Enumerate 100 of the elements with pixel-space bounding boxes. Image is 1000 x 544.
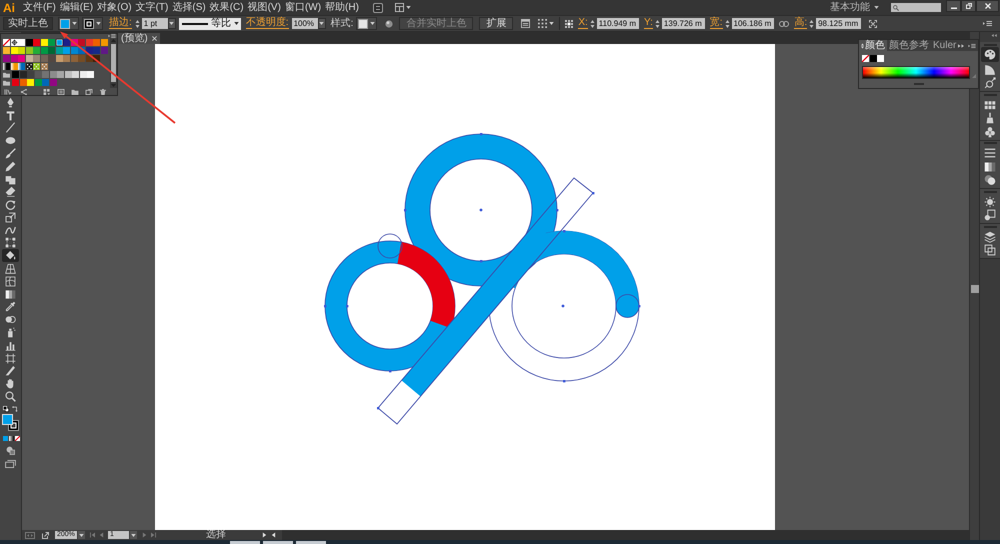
style-dropdown[interactable] (356, 17, 378, 30)
gradient-swatch-icon[interactable] (3, 63, 10, 70)
swatch-icon[interactable] (56, 55, 62, 62)
fill-swatch-icon[interactable] (2, 414, 13, 425)
swatch-icon[interactable] (56, 47, 62, 54)
swatch-icon[interactable] (18, 55, 25, 62)
stacked-squares-icon[interactable] (984, 244, 996, 256)
swatch-icon[interactable] (26, 55, 32, 62)
overlap-circles-icon[interactable] (984, 174, 996, 186)
restore-button[interactable] (961, 0, 976, 12)
swatch-icon[interactable] (26, 47, 32, 54)
swatch-icon[interactable] (63, 55, 70, 62)
swatch-icon[interactable] (87, 71, 94, 78)
panel-tab[interactable]: Kuler (931, 40, 958, 51)
swatch-icon[interactable] (33, 47, 40, 54)
height-field[interactable]: 98.125 mm (816, 18, 862, 29)
square-app-icon[interactable] (372, 2, 383, 12)
swatch-icon[interactable] (40, 55, 48, 62)
swatch-icon[interactable] (100, 47, 108, 54)
hash-grid-icon[interactable] (5, 352, 16, 364)
close-icon[interactable] (152, 36, 157, 41)
dropdown-button[interactable] (78, 531, 85, 539)
pattern-swatch-icon[interactable] (26, 63, 32, 70)
swatch-icon[interactable] (10, 55, 18, 62)
swatch-icon[interactable] (40, 47, 48, 54)
swatch-icon[interactable] (34, 71, 42, 78)
swatch-icon[interactable] (42, 79, 49, 86)
brush-tool-icon[interactable] (5, 148, 16, 160)
swatch-icon[interactable] (3, 55, 10, 62)
right-triangle-icon[interactable] (262, 532, 267, 538)
sphere-icon[interactable] (385, 20, 394, 28)
y-field[interactable]: 139.726 m (662, 18, 705, 29)
menu-item[interactable]: 对象(O) (95, 2, 134, 12)
scrollbar-thumb[interactable] (970, 285, 978, 293)
line-tool-icon[interactable] (5, 122, 16, 134)
swatch-icon[interactable] (33, 55, 40, 62)
panel-menu-icon[interactable] (968, 44, 976, 48)
last-page-icon[interactable] (151, 532, 156, 538)
gradient-square-icon[interactable] (984, 160, 996, 172)
swatch-icon[interactable] (20, 71, 26, 78)
perspective-grid-icon[interactable] (5, 263, 16, 274)
layers-icon[interactable] (984, 230, 996, 242)
link-icon[interactable] (779, 20, 790, 26)
swatch-icon[interactable] (63, 47, 70, 54)
scrollbar-thumb[interactable] (111, 44, 116, 82)
swatch-icon[interactable] (70, 55, 78, 62)
dropdown-button[interactable] (130, 531, 137, 539)
swatch-icon[interactable] (50, 79, 56, 86)
stacked-blocks-icon[interactable] (5, 174, 16, 185)
gradient-swatch-icon[interactable] (10, 63, 18, 70)
swatch-icon[interactable] (12, 79, 19, 86)
none-swatch-icon[interactable] (862, 55, 869, 62)
swatch-icon[interactable] (40, 39, 48, 46)
window-panel-icon[interactable] (521, 19, 530, 28)
mesh-tool-icon[interactable] (5, 276, 16, 287)
bounding-box-icon[interactable] (5, 237, 16, 248)
swatch-icon[interactable] (93, 39, 100, 46)
swatch-icon[interactable] (870, 55, 876, 62)
left-triangle-icon[interactable] (271, 532, 276, 538)
rotate-tool-icon[interactable] (5, 199, 16, 210)
blend-tool-icon[interactable] (5, 314, 16, 326)
swatch-icon[interactable] (70, 47, 78, 54)
zoom-tool-icon[interactable] (5, 390, 16, 402)
width-field[interactable]: 106.186 m (732, 18, 774, 29)
scale-tool-icon[interactable] (5, 212, 16, 223)
bar-button[interactable]: 扩展 (479, 17, 514, 30)
connect-nodes-icon[interactable] (20, 88, 28, 94)
swatch-icon[interactable] (3, 47, 10, 54)
reference-point-icon[interactable] (565, 20, 574, 28)
swatch-icon[interactable] (42, 71, 49, 78)
sun-icon[interactable] (984, 196, 996, 208)
swatch-icon[interactable] (18, 47, 25, 54)
swatch-icon[interactable] (93, 47, 100, 54)
minimize-button[interactable] (946, 0, 961, 12)
paint-bucket-icon[interactable] (2, 249, 19, 262)
gradient-mode-icon[interactable] (9, 436, 14, 441)
close-button[interactable] (976, 0, 999, 12)
none-mode-icon[interactable] (15, 436, 20, 441)
swatch-icon[interactable] (56, 39, 62, 46)
first-page-icon[interactable] (90, 532, 95, 538)
swatch-icon[interactable] (57, 71, 64, 78)
swatch-icon[interactable] (86, 39, 92, 46)
swatch-kinds-icon[interactable] (43, 88, 51, 94)
type-tool-icon[interactable] (5, 110, 16, 121)
swatch-icon[interactable] (48, 55, 55, 62)
menu-item[interactable]: 窗口(W) (282, 2, 324, 12)
color-spectrum[interactable] (862, 66, 970, 79)
opacity-link[interactable]: 不透明度: (246, 18, 289, 29)
stroke-link[interactable]: 描边: (109, 18, 132, 29)
stroke-weight-field[interactable]: 1 pt (142, 18, 168, 29)
width-link[interactable]: 宽: (710, 18, 723, 29)
height-link[interactable]: 高: (794, 18, 808, 29)
double-arrow-icon[interactable] (958, 44, 964, 48)
panel-menu-icon[interactable] (983, 21, 992, 26)
horizontal-scrollbar[interactable] (282, 530, 969, 540)
swatch-icon[interactable] (18, 39, 25, 46)
swatch-icon[interactable] (50, 71, 56, 78)
swatch-icon[interactable] (33, 39, 40, 46)
next-page-icon[interactable] (142, 532, 147, 538)
dotted-grid-icon[interactable] (538, 19, 548, 28)
